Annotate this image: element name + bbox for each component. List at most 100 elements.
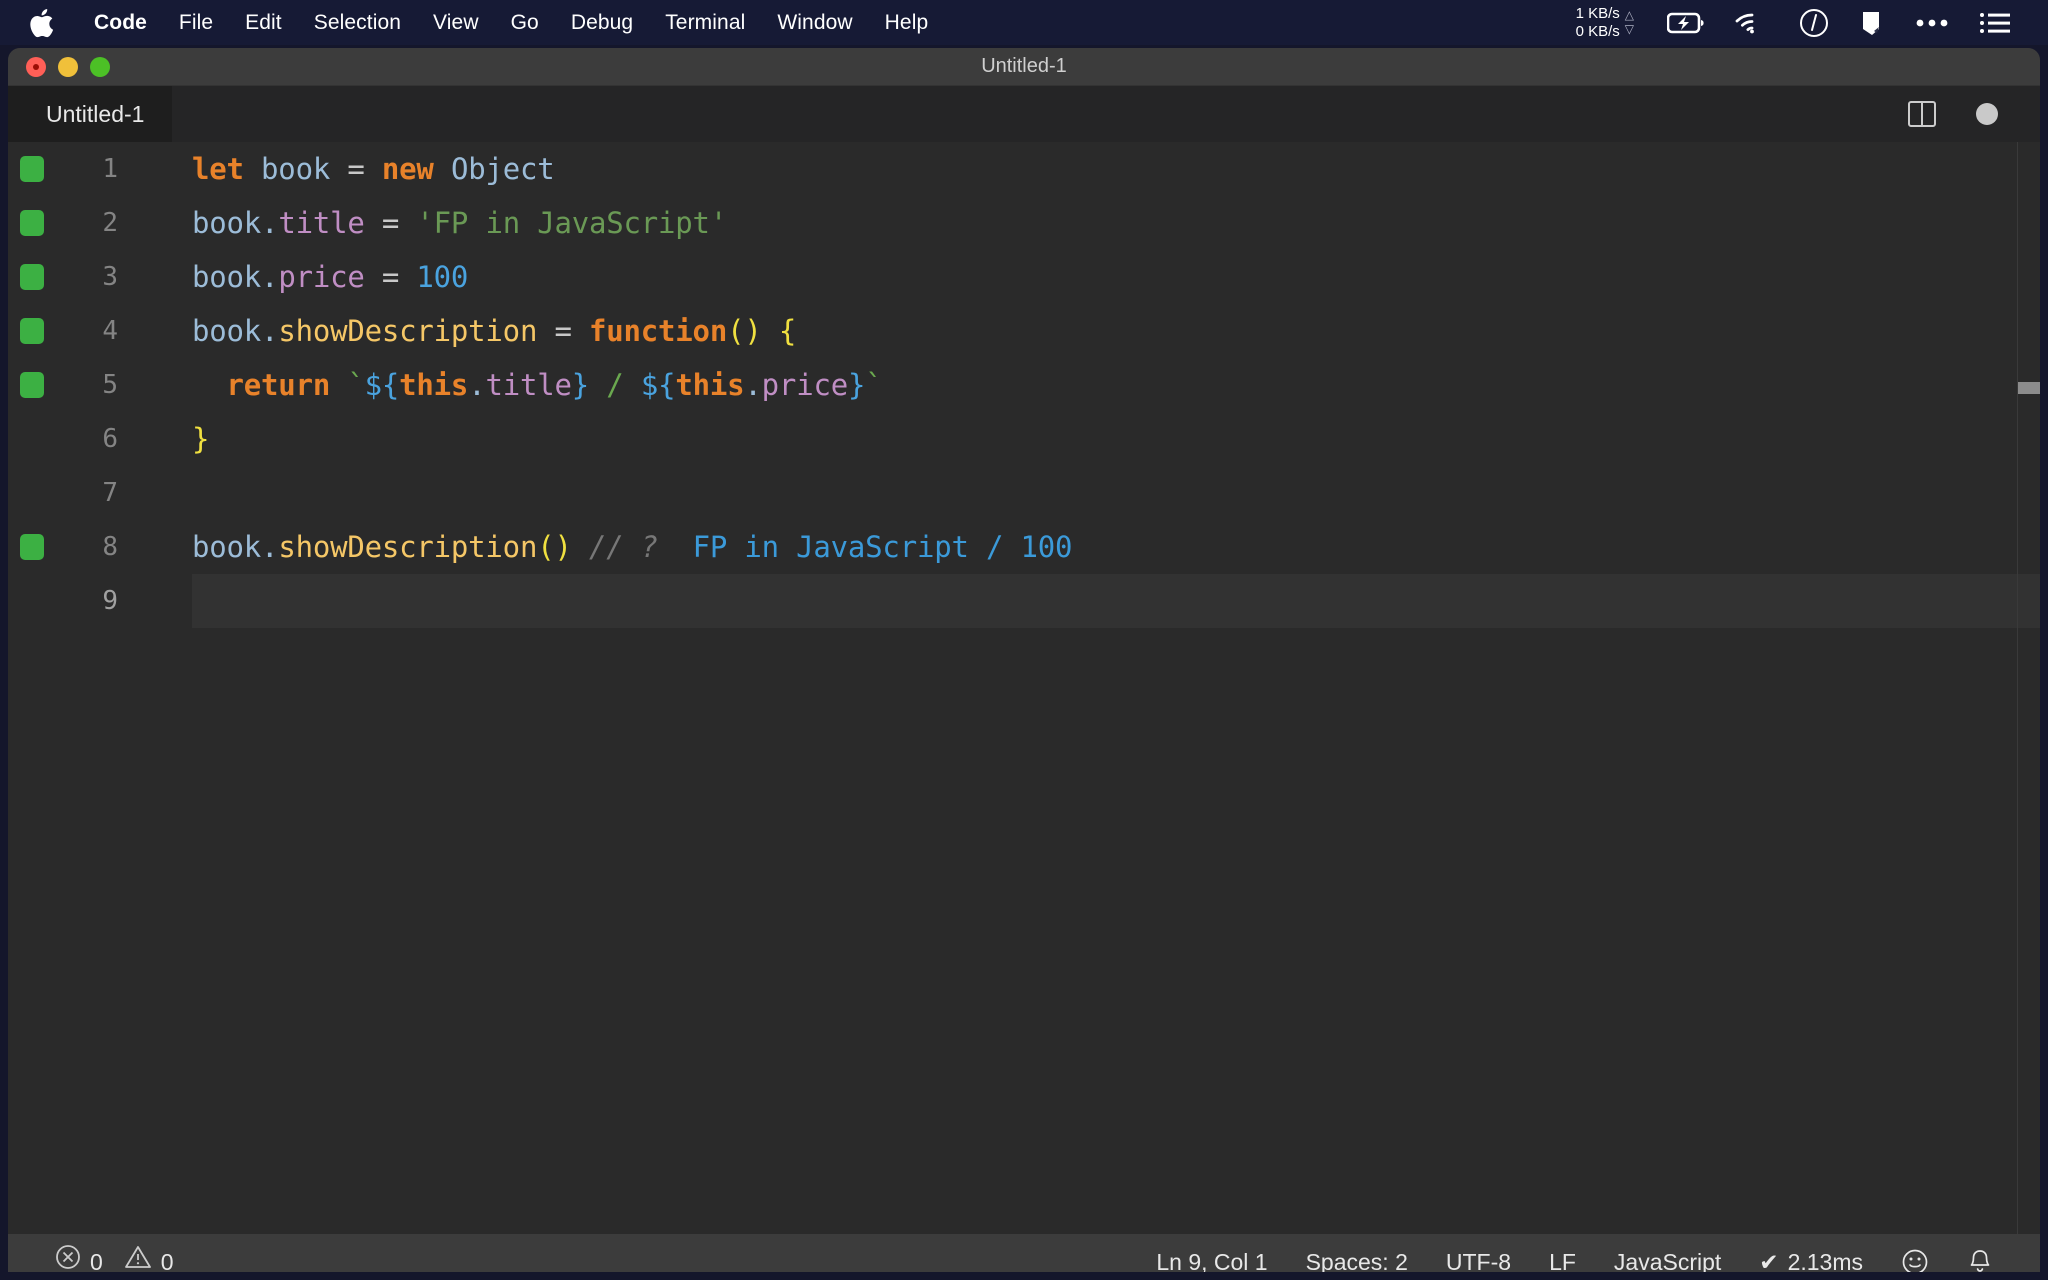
editor-scrollbar[interactable] [2018,142,2040,1234]
code-line[interactable]: 5 return `${this.title} / ${this.price}` [8,358,2040,412]
quokka-status[interactable]: ✔ 2.13ms [1740,1234,1882,1272]
code-line[interactable]: 1 let book = new Object [8,142,2040,196]
editor-actions [1908,101,2040,127]
menu-item-window[interactable]: Window [761,0,868,45]
menu-item-selection[interactable]: Selection [298,0,417,45]
menu-item-terminal[interactable]: Terminal [649,0,761,45]
problems-status[interactable]: 0 0 [36,1234,193,1272]
code-token: / [589,368,641,402]
code-line-text[interactable]: book.title = 'FP in JavaScript' [128,196,2040,250]
eol-setting[interactable]: LF [1530,1234,1595,1272]
code-line[interactable]: 6} [8,412,2040,466]
close-button[interactable] [26,56,46,77]
line-number: 6 [102,424,118,454]
code-line[interactable]: 9 [8,574,2040,628]
menu-item-file[interactable]: File [163,0,229,45]
menu-item-code[interactable]: Code [78,0,163,45]
code-line[interactable]: 8 book.showDescription() // ? FP in JavaS… [8,520,2040,574]
scrollbar-thumb[interactable] [2018,382,2040,394]
code-line-text[interactable]: let book = new Object [128,142,2040,196]
gutter-modified-marker[interactable] [20,534,44,560]
code-token: new [381,152,434,186]
warning-triangle-icon [124,1234,152,1272]
clock-icon[interactable] [1799,8,1829,38]
code-token: . [261,206,279,240]
maximize-button[interactable] [90,56,110,77]
line-number: 4 [102,316,118,346]
code-token: . [468,368,486,402]
code-line-text[interactable]: book.price = 100 [128,250,2040,304]
window-titlebar: Untitled-1 [8,48,2040,86]
code-token: Object [450,152,555,186]
gutter-change-marker-slot [8,264,56,290]
network-upload-rate: 1 KB/s [1575,4,1620,22]
check-icon: ✔ [1759,1249,1779,1272]
line-number: 5 [102,370,118,400]
code-token: showDescription [278,314,538,348]
network-speed-indicator[interactable]: 1 KB/s 0 KB/s △ ▽ [1576,5,1634,40]
battery-charging-icon[interactable] [1667,11,1705,35]
code-token: price [278,260,365,294]
code-token: . [744,368,762,402]
traffic-light-buttons [26,56,110,77]
code-token: title [485,368,572,402]
tab-untitled-1[interactable]: Untitled-1 [8,86,173,142]
wifi-icon[interactable] [1735,11,1769,35]
list-menu-icon[interactable] [1979,11,2011,35]
gutter-change-marker-slot [8,534,56,560]
macos-menu-bar: Code File Edit Selection View Go Debug T… [0,0,2048,45]
gutter-modified-marker[interactable] [20,318,44,344]
indentation-setting[interactable]: Spaces: 2 [1287,1234,1427,1272]
language-mode[interactable]: JavaScript [1595,1234,1740,1272]
menubar-status-area: 1 KB/s 0 KB/s △ ▽ [1576,5,2048,40]
code-line[interactable]: 7 [8,466,2040,520]
minimize-button[interactable] [58,56,78,77]
code-editor[interactable]: 1 let book = new Object 2 book.title = 'FP … [8,142,2040,1234]
menu-item-edit[interactable]: Edit [229,0,298,45]
feedback-smiley-icon[interactable] [1882,1234,1948,1272]
code-token: { [778,314,797,348]
split-editor-icon[interactable] [1908,101,1936,127]
menu-item-view[interactable]: View [417,0,495,45]
code-line-text[interactable]: book.showDescription() // ? FP in JavaSc… [128,520,2040,574]
code-line-text[interactable]: book.showDescription = function() { [128,304,2040,358]
menu-item-go[interactable]: Go [495,0,555,45]
dropbox-icon[interactable] [1859,9,1885,37]
code-token: this [675,368,745,402]
status-bar-left: 0 0 [8,1234,193,1272]
gutter-modified-marker[interactable] [20,372,44,398]
gutter-modified-marker[interactable] [20,264,44,290]
line-number: 2 [102,208,118,238]
code-token: book [192,314,262,348]
menu-item-debug[interactable]: Debug [555,0,649,45]
tab-label: Untitled-1 [46,100,145,127]
line-number: 3 [102,262,118,292]
code-token: ${ [640,368,676,402]
apple-logo-icon[interactable] [26,7,56,39]
cursor-position[interactable]: Ln 9, Col 1 [1137,1234,1286,1272]
notifications-bell-icon[interactable] [1948,1234,2012,1272]
code-line-text[interactable]: return `${this.title} / ${this.price}` [128,358,2040,412]
code-token: . [261,314,279,348]
code-token: ` [865,368,883,402]
code-token: } [571,368,590,402]
gutter-modified-marker[interactable] [20,210,44,236]
code-token: . [261,260,279,294]
menu-item-help[interactable]: Help [869,0,945,45]
code-token: } [847,368,866,402]
encoding-setting[interactable]: UTF-8 [1427,1234,1530,1272]
code-line-text[interactable]: } [128,412,2040,466]
ellipsis-icon[interactable] [1915,18,1949,28]
code-line[interactable]: 2 book.title = 'FP in JavaScript' [8,196,2040,250]
status-bar: 0 0 Ln 9, Col 1 Spaces: 2 UTF-8 LF JavaS… [8,1234,2040,1272]
code-line[interactable]: 3 book.price = 100 [8,250,2040,304]
code-line[interactable]: 4 book.showDescription = function() { [8,304,2040,358]
unsaved-dot-icon[interactable] [1976,103,1998,125]
gutter-modified-marker[interactable] [20,156,44,182]
